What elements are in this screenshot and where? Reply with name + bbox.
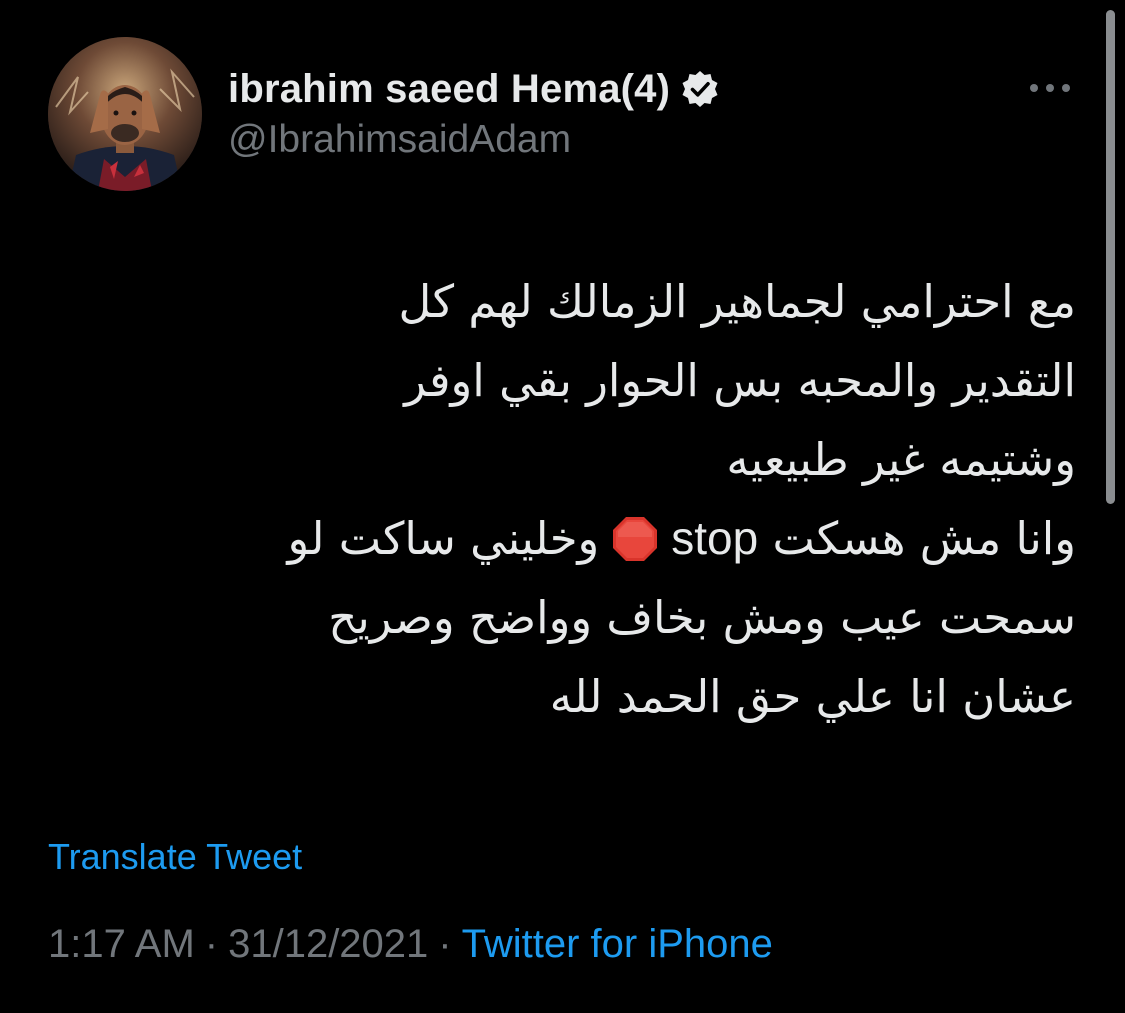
tweet-time[interactable]: 1:17 AM (48, 922, 195, 966)
more-options-button[interactable] (1022, 70, 1078, 106)
tweet-text-line: التقدير والمحبه بس الحوار بقي اوفر (404, 354, 1076, 407)
tweet-source-link[interactable]: Twitter for iPhone (462, 922, 773, 966)
scrollbar[interactable] (1106, 10, 1115, 504)
more-horizontal-icon (1030, 84, 1070, 92)
tweet-text-line-with-emoji: وانا مش هسكت stop وخليني ساكت لو (40, 499, 1076, 578)
tweet-text-line: سمحت عيب ومش بخاف وواضح وصريح (328, 591, 1076, 644)
avatar[interactable] (48, 37, 202, 191)
tweet-text: مع احترامي لجماهير الزمالك لهم كل التقدي… (40, 262, 1076, 736)
stop-sign-emoji-icon (611, 508, 659, 561)
tweet-detail: ibrahim saeed Hema(4) @IbrahimsaidAdam م… (0, 0, 1125, 1013)
tweet-text-stop-word: stop (671, 512, 759, 564)
tweet-text-segment: وخليني ساكت لو (287, 512, 600, 565)
author-handle[interactable]: @IbrahimsaidAdam (228, 118, 571, 162)
meta-separator: · (438, 922, 452, 966)
tweet-text-line: عشان انا علي حق الحمد لله (549, 670, 1076, 723)
translate-tweet-link[interactable]: Translate Tweet (48, 836, 302, 878)
verified-badge-icon (680, 69, 720, 109)
meta-separator: · (204, 922, 219, 966)
tweet-text-line: وشتيمه غير طبيعيه (726, 433, 1076, 486)
tweet-meta: 1:17 AM · 31/12/2021 · Twitter for iPhone (48, 922, 773, 967)
author-display-name[interactable]: ibrahim saeed Hema(4) (228, 67, 670, 112)
author-name-row[interactable]: ibrahim saeed Hema(4) (228, 64, 720, 114)
tweet-date[interactable]: 31/12/2021 (228, 922, 428, 966)
tweet-text-segment: وانا مش هسكت (772, 512, 1076, 565)
avatar-image (48, 37, 202, 191)
tweet-text-line: مع احترامي لجماهير الزمالك لهم كل (398, 275, 1076, 328)
